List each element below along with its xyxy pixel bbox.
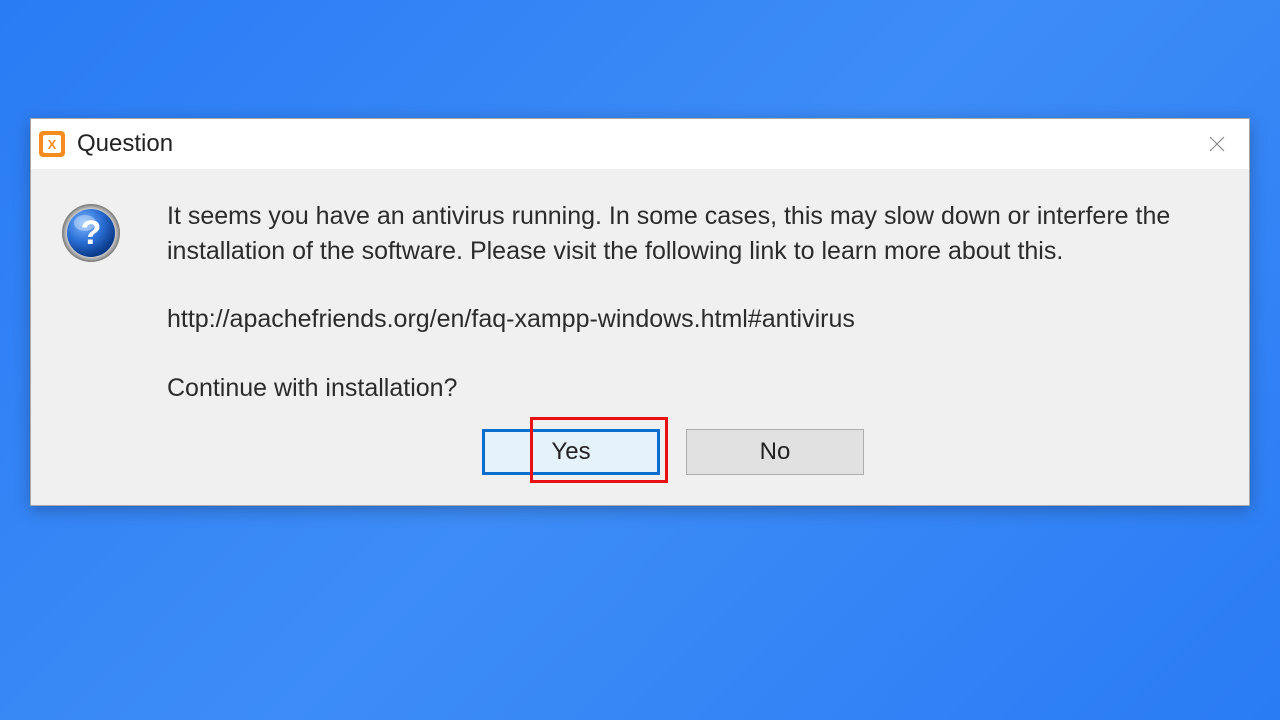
dialog-message: It seems you have an antivirus running. …: [167, 199, 1219, 268]
titlebar: X Question: [31, 119, 1249, 169]
dialog-content: It seems you have an antivirus running. …: [167, 199, 1219, 475]
close-button[interactable]: [1193, 126, 1241, 162]
dialog-prompt: Continue with installation?: [167, 371, 1219, 406]
button-row: Yes No: [167, 429, 1219, 475]
question-icon: ?: [61, 203, 121, 263]
dialog-link: http://apachefriends.org/en/faq-xampp-wi…: [167, 302, 1219, 337]
close-icon: [1208, 135, 1226, 153]
no-button[interactable]: No: [686, 429, 864, 475]
svg-text:?: ?: [81, 214, 102, 252]
question-dialog: X Question: [30, 118, 1250, 506]
dialog-title: Question: [77, 130, 173, 158]
dialog-body: ? It seems you have an antivirus running…: [31, 169, 1249, 505]
yes-button[interactable]: Yes: [482, 429, 660, 475]
xampp-icon: X: [39, 131, 65, 157]
